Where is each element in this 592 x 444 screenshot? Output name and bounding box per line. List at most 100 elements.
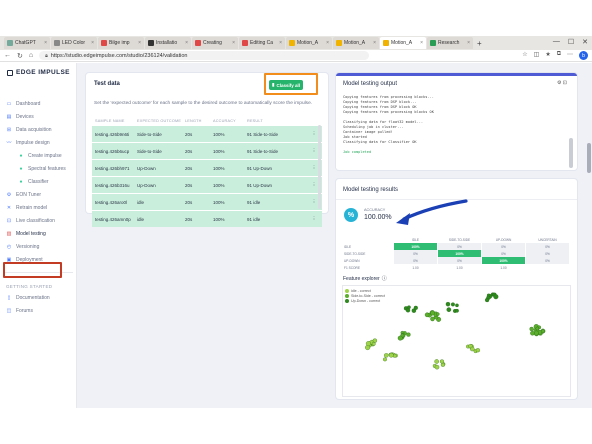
favorites-icon[interactable]: ★ (545, 51, 550, 60)
feature-point[interactable] (450, 302, 455, 307)
feature-point[interactable] (397, 335, 403, 341)
browser-tab[interactable]: Motion_A × (286, 37, 332, 49)
sidebar-item-forums[interactable]: ◫ Forums (0, 304, 77, 317)
feature-point[interactable] (446, 307, 452, 312)
output-scrollbar[interactable] (569, 138, 573, 168)
feature-point[interactable] (529, 326, 534, 332)
column-header[interactable]: SAMPLE NAME (92, 119, 134, 123)
feature-point[interactable] (530, 330, 535, 336)
browser-tab[interactable]: Installatio × (145, 37, 191, 49)
maximize-button[interactable]: ☐ (568, 38, 574, 46)
sidebar-item-documentation[interactable]: ▯ Documentation (0, 291, 77, 304)
feature-point[interactable] (534, 330, 539, 336)
feature-point[interactable] (475, 348, 480, 353)
browser-tab[interactable]: Bilge imp × (98, 37, 144, 49)
more-icon[interactable]: ⋯ (567, 51, 573, 60)
feature-point[interactable] (455, 303, 459, 308)
help-icon[interactable]: ⓘ (382, 275, 387, 282)
legend-item[interactable]: Up-Down - correct (345, 299, 385, 304)
feature-point[interactable] (413, 305, 418, 310)
logo[interactable]: EDGE IMPULSE (7, 69, 70, 76)
feature-point[interactable] (365, 341, 371, 347)
tab-close-icon[interactable]: × (326, 40, 329, 46)
tab-close-icon[interactable]: × (44, 40, 47, 46)
tab-close-icon[interactable]: × (138, 40, 141, 46)
home-icon[interactable]: ⌂ (29, 52, 33, 59)
sidebar-item-versioning[interactable]: ◴ Versioning (0, 240, 77, 253)
minimize-button[interactable]: — (553, 38, 560, 46)
tab-close-icon[interactable]: × (185, 40, 188, 46)
sidebar-item-create-impulse[interactable]: ● Create impulse (0, 149, 77, 162)
browser-tab[interactable]: Creating × (192, 37, 238, 49)
table-row[interactable]: testing.426amn0p idle 20s 100% 91 idle ⋮ (92, 210, 322, 227)
sidebar-item-impulse-design[interactable]: 〰 Impulse design (0, 136, 77, 149)
output-tools-icon[interactable]: ⚙ ⊡ (557, 80, 567, 86)
table-row[interactable]: testing.426b316u Up-Down 20s 100% 91 Up-Down… (92, 176, 322, 193)
browser-tab[interactable]: Editing Ca × (239, 37, 285, 49)
page-scrollbar[interactable] (587, 143, 591, 173)
url-field[interactable]: 🔒︎ https://studio.edgeimpulse.com/studio… (39, 51, 370, 60)
split-icon[interactable]: ◫ (534, 51, 540, 60)
feature-point[interactable] (484, 297, 490, 303)
sidebar-item-dashboard[interactable]: ▭ Dashboard (0, 97, 77, 110)
feature-point[interactable] (430, 316, 435, 322)
feature-point[interactable] (424, 312, 430, 318)
copilot-icon[interactable]: b (579, 51, 588, 60)
feature-point[interactable] (372, 338, 378, 343)
feature-point[interactable] (407, 305, 411, 310)
feature-point[interactable] (434, 359, 439, 364)
column-header[interactable]: RESULT (244, 119, 306, 123)
feature-point[interactable] (434, 364, 440, 370)
tab-close-icon[interactable]: × (232, 40, 235, 46)
feature-point[interactable] (388, 352, 394, 358)
new-tab-button[interactable]: + (477, 39, 482, 48)
sidebar-item-data-acquisition[interactable]: ⊞ Data acquisition (0, 123, 77, 136)
sidebar-item-classifier[interactable]: ● Classifier (0, 175, 77, 188)
browser-tab[interactable]: Research × (427, 37, 473, 49)
table-row[interactable]: testing.426aro0l idle 20s 100% 91 idle ⋮ (92, 193, 322, 210)
browser-tab[interactable]: LED Color × (51, 37, 97, 49)
column-header[interactable]: LENGTH (182, 119, 210, 123)
sidebar-item-live-classification[interactable]: ⊡ Live classification (0, 214, 77, 227)
browser-tab[interactable]: Motion_A × (380, 37, 426, 49)
feature-point[interactable] (535, 326, 540, 331)
feature-point[interactable] (383, 357, 387, 362)
tab-close-icon[interactable]: × (373, 40, 376, 46)
feature-point[interactable] (384, 353, 389, 358)
column-header[interactable]: EXPECTED OUTCOME (134, 119, 182, 123)
star-icon[interactable]: ☆ (522, 51, 527, 60)
column-header[interactable]: ACCURACY (210, 119, 244, 123)
refresh-icon[interactable]: ↻ (17, 52, 23, 60)
feature-point[interactable] (440, 362, 445, 367)
table-row[interactable]: testing.426bh971 Up-Down 20s 100% 91 Up-Down… (92, 159, 322, 176)
table-scrollbar[interactable] (318, 125, 321, 209)
browser-tab[interactable]: ChatGPT × (4, 37, 50, 49)
tab-close-icon[interactable]: × (467, 40, 470, 46)
sidebar-item-spectral-features[interactable]: ● Spectral features (0, 162, 77, 175)
feature-point[interactable] (470, 346, 475, 352)
sidebar-item-devices[interactable]: ▤ Devices (0, 110, 77, 123)
close-button[interactable]: ✕ (582, 38, 588, 46)
feature-point[interactable] (430, 310, 436, 316)
feature-point[interactable] (439, 359, 444, 364)
feature-point[interactable] (435, 312, 440, 316)
feature-point[interactable] (371, 342, 376, 346)
table-row[interactable]: testing.426b6ucp Side-to-Side 20s 100% 91 Si… (92, 142, 322, 159)
table-row[interactable]: testing.426b9n6ti Side-to-Side 20s 100% 91 S… (92, 125, 322, 142)
collections-icon[interactable]: ⧉ (557, 51, 561, 60)
feature-point[interactable] (455, 308, 459, 313)
feature-point[interactable] (445, 301, 451, 307)
tab-close-icon[interactable]: × (279, 40, 282, 46)
feature-point[interactable] (406, 332, 411, 337)
feature-explorer-plot[interactable]: idle - correct Side-to-Side - correct Up-D… (342, 285, 571, 397)
sidebar-item-model-testing[interactable]: ▥ Model testing (0, 227, 77, 240)
feature-point[interactable] (541, 329, 545, 334)
tab-close-icon[interactable]: × (420, 40, 423, 46)
row-menu-icon[interactable]: ⋮ (306, 216, 322, 222)
sidebar-item-retrain-model[interactable]: ✕ Retrain model (0, 201, 77, 214)
back-icon[interactable]: ← (4, 52, 11, 59)
sidebar-item-eon-tuner[interactable]: ⚙ EON Tuner (0, 188, 77, 201)
feature-point[interactable] (493, 294, 499, 300)
tab-close-icon[interactable]: × (91, 40, 94, 46)
browser-tab[interactable]: Motion_A × (333, 37, 379, 49)
